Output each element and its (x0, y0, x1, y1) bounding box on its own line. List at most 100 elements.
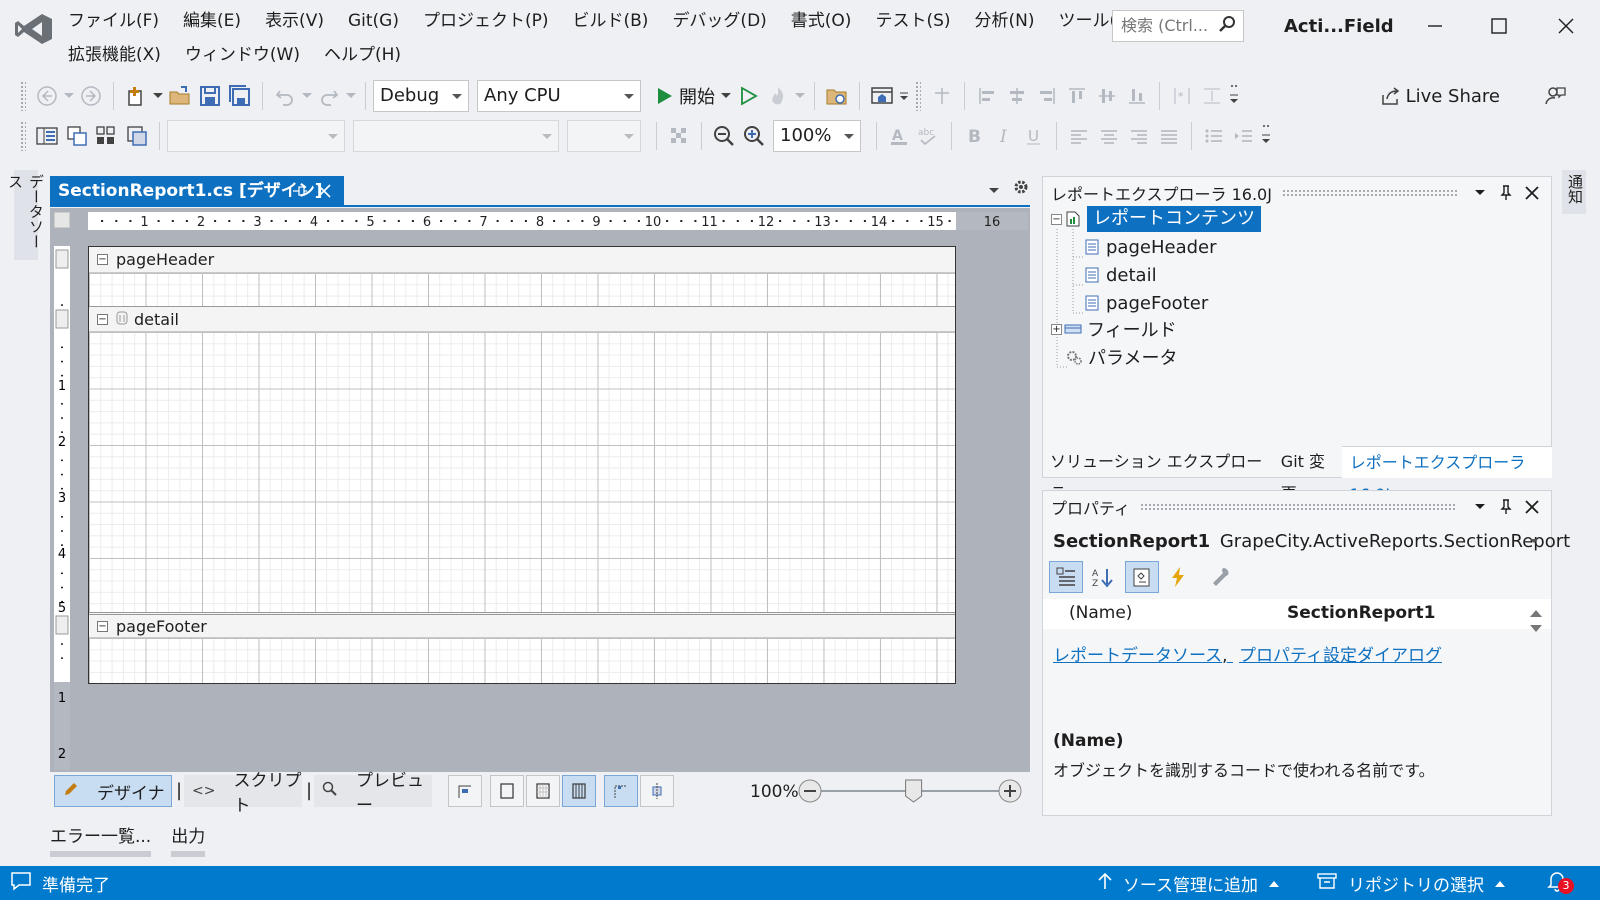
close-window-button[interactable] (1546, 8, 1586, 44)
menu-window[interactable]: ウィンドウ(W) (173, 38, 312, 72)
chevron-down-icon[interactable] (151, 81, 165, 111)
section-body-pagefooter[interactable] (89, 638, 955, 683)
font-size-select[interactable] (567, 120, 641, 152)
menu-test[interactable]: テスト(S) (863, 4, 962, 38)
font-color-icon[interactable]: A (884, 121, 914, 151)
maximize-button[interactable] (1478, 8, 1518, 44)
tab-git-changes[interactable]: Git 変更 (1273, 446, 1342, 503)
section-body-pageheader[interactable] (89, 273, 955, 306)
menu-extensions[interactable]: 拡張機能(X) (56, 38, 173, 72)
events-button[interactable] (1161, 561, 1195, 593)
tab-report-explorer[interactable]: レポートエクスプローラ 16.0J (1341, 446, 1552, 504)
collapse-icon[interactable]: − (97, 254, 108, 265)
add-to-source-control-button[interactable]: ソース管理に追加 (1123, 871, 1258, 896)
caret-up-icon[interactable] (1494, 873, 1506, 893)
menu-help[interactable]: ヘルプ(H) (312, 38, 413, 72)
send-to-back-icon[interactable] (122, 121, 152, 151)
navigate-back-icon[interactable] (32, 81, 62, 111)
menu-debug[interactable]: デバッグ(D) (660, 4, 778, 38)
document-tab-section-report[interactable]: SectionReport1.cs [デザイン] (50, 176, 344, 206)
menu-file[interactable]: ファイル(F) (56, 4, 171, 38)
properties-view-button[interactable] (1125, 561, 1159, 593)
indent-icon[interactable] (1229, 121, 1259, 151)
minimize-button[interactable] (1414, 8, 1454, 44)
text-justify-icon[interactable] (1154, 121, 1184, 151)
tab-preview[interactable]: プレビュー (314, 771, 432, 816)
style-select[interactable] (353, 120, 559, 152)
tab-solution-explorer[interactable]: ソリューション エクスプローラー (1042, 446, 1273, 503)
italic-icon[interactable]: I (989, 121, 1019, 151)
save-all-icon[interactable] (225, 81, 255, 111)
tab-script[interactable]: <> スクリプト (184, 771, 302, 816)
chevron-down-icon[interactable] (1467, 187, 1493, 199)
align-lefts-icon[interactable] (972, 81, 1002, 111)
zoom-slider[interactable] (796, 776, 1024, 806)
save-icon[interactable] (195, 81, 225, 111)
report-canvas[interactable]: − pageHeader − detail − pageFooter (88, 246, 956, 684)
chevron-down-icon[interactable] (897, 81, 911, 111)
close-icon[interactable] (1519, 500, 1545, 514)
make-same-width-icon[interactable]: * (1167, 81, 1197, 111)
hot-reload-icon[interactable] (763, 81, 793, 111)
align-middles-icon[interactable] (1092, 81, 1122, 111)
property-pages-button[interactable] (1203, 561, 1237, 593)
tab-error-list[interactable]: エラー一覧... (50, 822, 152, 857)
tree-item-pageheader[interactable]: pageHeader (1083, 233, 1217, 261)
collapse-icon[interactable]: − (1051, 213, 1062, 225)
select-repository-button[interactable]: リポジトリの選択 (1348, 871, 1484, 896)
section-header-pagefooter[interactable]: − pageFooter (89, 612, 955, 638)
menu-format[interactable]: 書式(O) (779, 4, 864, 38)
text-align-center-icon[interactable] (1094, 121, 1124, 151)
property-value[interactable]: SectionReport1 (1287, 603, 1435, 623)
zoom-in-icon[interactable] (739, 121, 769, 151)
view-small-grid-button[interactable] (526, 775, 560, 807)
tab-designer[interactable]: デザイナ (54, 775, 172, 807)
checker-pattern-icon[interactable] (664, 121, 694, 151)
tree-item-parameters[interactable]: パラメータ (1065, 343, 1177, 371)
layout-grid-icon[interactable] (92, 121, 122, 151)
section-body-detail[interactable] (89, 332, 955, 612)
live-share-button[interactable]: Live Share (1406, 86, 1500, 107)
tree-item-fields[interactable]: + フィールド (1051, 315, 1177, 343)
chevron-down-icon[interactable] (1529, 531, 1539, 555)
toolbar-grip[interactable] (20, 81, 26, 111)
bold-icon[interactable]: B (959, 121, 989, 151)
notifications-side-tab[interactable]: 通知 (1562, 170, 1586, 214)
zoom-select[interactable]: 100% (773, 120, 861, 152)
chevron-down-icon[interactable] (62, 81, 76, 111)
collapse-icon[interactable]: − (97, 313, 108, 325)
bullet-list-icon[interactable] (1199, 121, 1229, 151)
text-align-left-icon[interactable] (1064, 121, 1094, 151)
tab-output[interactable]: 出力 (171, 822, 206, 857)
feedback-icon[interactable] (1540, 81, 1570, 111)
spell-check-icon[interactable]: abc (914, 121, 944, 151)
object-selector[interactable]: SectionReport1 GrapeCity.ActiveReports.S… (1053, 531, 1570, 552)
pin-icon[interactable] (1493, 185, 1519, 201)
bring-to-front-icon[interactable] (62, 121, 92, 151)
tree-item-report-contents[interactable]: − レポートコンテンツ (1051, 205, 1261, 233)
view-page-button[interactable] (490, 775, 524, 807)
close-icon[interactable] (1519, 186, 1545, 200)
align-tops-icon[interactable] (1062, 81, 1092, 111)
alphabetical-button[interactable]: AZ (1085, 561, 1119, 593)
property-grid[interactable]: (Name) SectionReport1 (1043, 599, 1551, 632)
window-layout-icon[interactable] (867, 81, 897, 111)
align-rights-icon[interactable] (1032, 81, 1062, 111)
menu-git[interactable]: Git(G) (336, 4, 411, 38)
zoom-out-icon[interactable] (709, 121, 739, 151)
solution-config-select[interactable]: Debug (373, 80, 469, 112)
font-name-select[interactable] (167, 120, 345, 152)
expand-icon[interactable]: + (1051, 323, 1062, 335)
snap-lines-button[interactable] (448, 775, 482, 807)
report-datasource-link[interactable]: レポートデータソース (1053, 646, 1222, 666)
text-align-right-icon[interactable] (1124, 121, 1154, 151)
tree-item-detail[interactable]: detail (1083, 261, 1157, 289)
collapse-icon[interactable]: − (97, 620, 108, 632)
align-to-grid-icon[interactable] (927, 81, 957, 111)
underline-icon[interactable]: U (1019, 121, 1049, 151)
chevron-down-icon[interactable] (1467, 501, 1493, 513)
align-centers-icon[interactable] (1002, 81, 1032, 111)
navigate-forward-icon[interactable] (76, 81, 106, 111)
make-same-height-icon[interactable] (1197, 81, 1227, 111)
dimension-lines-button[interactable] (640, 775, 674, 807)
